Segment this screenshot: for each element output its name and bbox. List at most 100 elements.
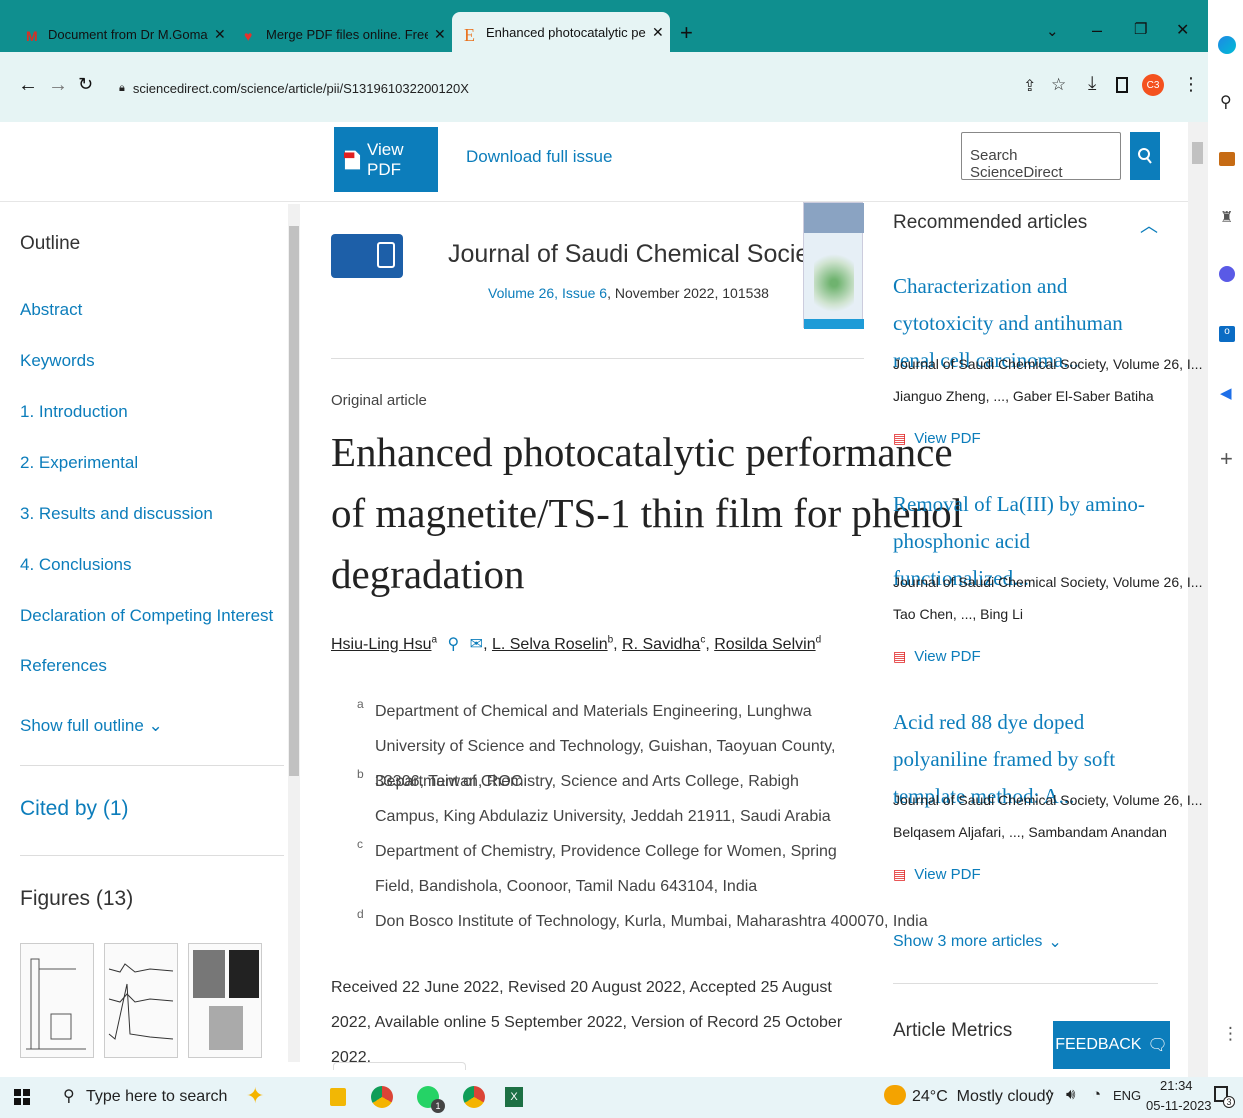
show-more-articles-link[interactable]: Show 3 more articles ⌄ [893, 932, 1062, 952]
recommended-view-pdf[interactable]: ▤ View PDF [893, 866, 981, 883]
feedback-button[interactable]: FEEDBACK 🗨︎ [1053, 1021, 1170, 1069]
clock-date[interactable]: 05-11-2023 [1146, 1098, 1212, 1113]
figure-image [26, 958, 86, 1050]
chevron-down-icon: ⌄ [1048, 934, 1062, 951]
journal-title[interactable]: Journal of Saudi Chemical Society [448, 240, 829, 269]
outline-item-references[interactable]: References [20, 656, 107, 676]
figure-thumbnail-1[interactable] [20, 943, 94, 1058]
view-pdf-button[interactable]: View PDF [334, 127, 438, 192]
figure-image [108, 963, 174, 1040]
chevron-down-icon: ⌄ [148, 716, 163, 735]
profile-avatar[interactable]: C3 [1142, 74, 1164, 96]
tab-article[interactable]: E Enhanced photocatalytic perform ✕ [452, 12, 670, 52]
article-metrics-heading: Article Metrics [893, 1020, 1013, 1041]
close-tab-icon[interactable]: ✕ [434, 26, 446, 43]
weather-icon[interactable] [884, 1085, 906, 1105]
bookmark-star-icon[interactable]: ☆ [1051, 75, 1066, 95]
tab-search-chevron-icon[interactable]: ⌄ [1046, 22, 1059, 40]
email-icon[interactable]: ✉ [470, 636, 483, 653]
recommended-journal: Journal of Saudi Chemical Society, Volum… [893, 792, 1203, 808]
elsevier-icon: E [464, 25, 475, 45]
back-icon[interactable]: ← [18, 74, 38, 97]
download-icon[interactable]: ⤓ [1088, 73, 1096, 95]
figure-thumbnail-3[interactable] [188, 943, 262, 1058]
outline-item-abstract[interactable]: Abstract [20, 300, 82, 320]
author-link[interactable]: L. Selva Roselin [492, 636, 608, 653]
notification-icon[interactable]: 3 [1214, 1086, 1235, 1108]
journal-cover [803, 202, 864, 329]
divider [20, 765, 284, 766]
download-full-issue-link[interactable]: Download full issue [466, 147, 612, 167]
person-icon[interactable]: ⚲ [448, 636, 460, 653]
outline-scrollbar[interactable] [288, 204, 300, 1062]
recommended-view-pdf[interactable]: ▤ View PDF [893, 430, 981, 447]
author-link[interactable]: Rosilda Selvin [714, 636, 815, 653]
new-tab-button[interactable]: + [680, 20, 693, 46]
search-button[interactable] [1130, 132, 1160, 180]
cited-by-link[interactable]: Cited by (1) [20, 797, 129, 821]
language-indicator[interactable]: ENG [1113, 1088, 1141, 1103]
recommended-authors: Belqasem Aljafari, ..., Sambandam Ananda… [893, 824, 1167, 840]
outline-item-keywords[interactable]: Keywords [20, 351, 95, 371]
affiliation-marker: b [357, 767, 364, 781]
partial-button[interactable] [333, 1062, 466, 1070]
chevron-up-icon[interactable]: ︿ [1140, 212, 1158, 238]
search-input[interactable]: Search ScienceDirect [961, 132, 1121, 181]
taskbar-search-box[interactable]: Type here to search [86, 1088, 227, 1106]
games-icon[interactable] [1219, 266, 1235, 282]
outline-item-results[interactable]: 3. Results and discussion [20, 504, 213, 524]
minimize-icon[interactable]: – [1092, 20, 1102, 41]
pdf-icon: ▤ [893, 430, 907, 446]
forward-icon[interactable]: → [48, 74, 68, 97]
file-explorer-icon[interactable] [330, 1088, 346, 1106]
clock-time[interactable]: 21:34 [1160, 1078, 1193, 1093]
tab-gmail[interactable]: M Document from Dr M.Gomathi. - ✕ [14, 19, 232, 50]
issue-line: Volume 26, Issue 6, November 2022, 10153… [488, 285, 769, 301]
reload-icon[interactable]: ↻ [78, 74, 93, 95]
recommended-view-pdf[interactable]: ▤ View PDF [893, 648, 981, 665]
article-history: Received 22 June 2022, Revised 20 August… [331, 979, 843, 1066]
tab-merge-pdf[interactable]: ♥ Merge PDF files online. Free serv ✕ [232, 19, 452, 50]
pdf-icon: ▤ [893, 866, 907, 882]
author-link[interactable]: R. Savidha [622, 636, 700, 653]
weather-text[interactable]: 24°C Mostly cloudy [912, 1088, 1054, 1106]
issue-link[interactable]: Volume 26, Issue 6 [488, 285, 607, 301]
recommended-journal: Journal of Saudi Chemical Society, Volum… [893, 574, 1203, 590]
windows-start-icon[interactable] [14, 1089, 30, 1105]
affiliation-marker: c [357, 837, 363, 851]
address-bar[interactable]: 🔒︎ sciencedirect.com/science/article/pii… [107, 73, 995, 103]
excel-icon[interactable]: X [505, 1087, 523, 1107]
tray-chevron-up-icon[interactable]: ^ [1046, 1087, 1053, 1104]
close-tab-icon[interactable]: ✕ [214, 26, 226, 43]
close-window-icon[interactable]: ✕ [1176, 20, 1189, 40]
figure-thumbnail-2[interactable] [104, 943, 178, 1058]
volume-icon[interactable]: 🔊︎ [1066, 1086, 1075, 1103]
add-icon[interactable]: + [1220, 446, 1233, 472]
author-link[interactable]: Hsiu-Ling Hsu [331, 636, 431, 653]
outline-item-experimental[interactable]: 2. Experimental [20, 453, 138, 473]
share-icon[interactable]: ⇪ [1023, 76, 1036, 96]
browser-sidebar: ⚲ ♜ o ◀ + ⋮ [1208, 0, 1243, 1077]
chrome-profile-icon[interactable] [463, 1086, 485, 1108]
affiliation-marker: a [357, 697, 364, 711]
close-tab-icon[interactable]: ✕ [652, 24, 664, 41]
sidepanel-icon[interactable] [1116, 77, 1128, 93]
wifi-icon[interactable]: ◔ [1092, 1086, 1101, 1103]
sparkle-icon[interactable]: ✦ [246, 1083, 264, 1109]
outline-item-competing-interest[interactable]: Declaration of Competing Interest [20, 606, 273, 626]
outline-item-conclusions[interactable]: 4. Conclusions [20, 555, 132, 575]
menu-kebab-icon[interactable]: ⋮ [1182, 74, 1200, 95]
copilot-icon[interactable] [1218, 36, 1236, 54]
outlook-icon[interactable]: o [1219, 326, 1235, 342]
restore-icon[interactable]: ❐ [1134, 20, 1147, 38]
sidebar-more-icon[interactable]: ⋮ [1222, 1024, 1239, 1044]
show-full-outline-link[interactable]: Show full outline ⌄ [20, 716, 163, 736]
tools-icon[interactable]: ♜ [1220, 208, 1233, 226]
shopping-icon[interactable] [1219, 152, 1235, 166]
search-icon[interactable]: ⚲ [1220, 92, 1232, 112]
chrome-icon[interactable] [371, 1086, 393, 1108]
outline-item-introduction[interactable]: 1. Introduction [20, 402, 128, 422]
divider [331, 358, 864, 359]
page-scrollbar[interactable] [1188, 122, 1208, 1077]
send-icon[interactable]: ◀ [1220, 384, 1232, 402]
